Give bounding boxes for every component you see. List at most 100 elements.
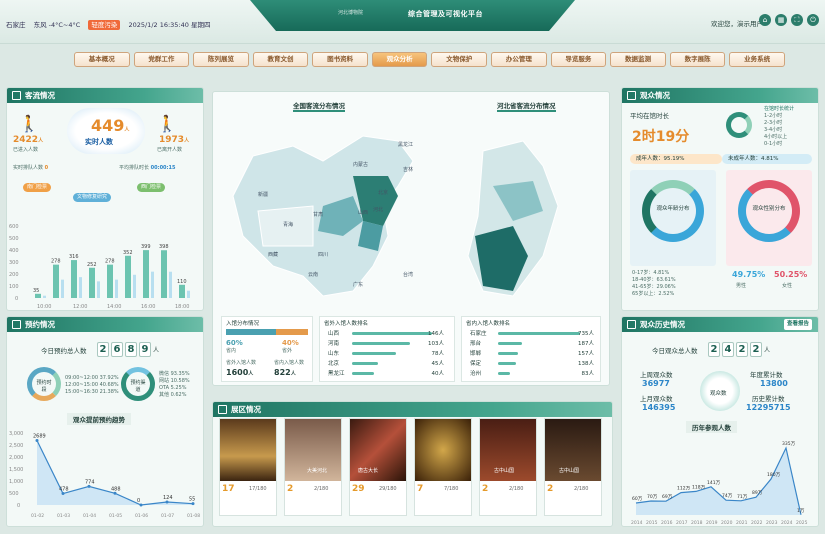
exhibit-card-1[interactable]: 17 17/180 [219,418,277,516]
out-value: 822人 [274,368,296,377]
nav-item-9[interactable]: 数据监测 [610,52,666,67]
svg-text:北京: 北京 [378,189,388,196]
gate-chip-west[interactable]: 西门检票 [137,183,166,192]
flow-bar-label: 35 [33,288,39,294]
today-reserve-label: 今日预约总人数 [41,347,87,355]
nav-item-3[interactable]: 教育文创 [252,52,309,67]
exhibit-card-5[interactable]: 古中山国 2 2/180 [479,418,537,516]
exhibit-card-6[interactable]: 古中山国 2 2/180 [544,418,602,516]
location-text: 石家庄 [6,21,26,29]
minor-ratio: 未成年人数：4.81% [722,154,812,164]
nav-item-7[interactable]: 办公管理 [491,52,547,67]
nav-item-4[interactable]: 图书资料 [312,52,368,67]
top-bar: 石家庄 东风 -4°C~4°C 轻度污染 2025/1/2 16:35:40 星… [0,0,825,44]
history-x-label: 2022 [751,520,763,526]
trend-x-label: 01-03 [57,513,70,519]
reservation-panel: 预约情况 今日预约总人数 2689人 预约时段 09:00~12:00 37.9… [6,316,204,527]
nav-item-6[interactable]: 文物保护 [431,52,488,67]
gate-chip-repair[interactable]: 文物修复研究 [73,193,112,202]
stay-value: 2时19分 [632,129,690,145]
trend-point-label: 124 [163,495,173,501]
exhibit-card-3[interactable]: 唐古大长 29 29/180 [349,418,407,516]
province-share-bar [226,329,276,335]
nav-item-5[interactable]: 观众分析 [371,52,428,67]
nav-item-8[interactable]: 导览服务 [550,52,607,67]
nav-item-0[interactable]: 基本概况 [74,52,130,67]
svg-text:16:00: 16:00 [141,304,155,310]
history-x-label: 2014 [631,520,643,526]
gender-ring-label: 观众性别分布 [752,206,786,212]
flow-bar-secondary [115,279,118,298]
svg-text:14:00: 14:00 [107,304,121,310]
province-rank: 省内入馆人数排名 石家庄 735人 邢台 187人 邯郸 157人 保定 138人 沧州… [461,316,601,382]
trend-x-label: 01-06 [135,513,148,519]
flow-bar-secondary [61,279,64,298]
nav-item-10[interactable]: 数字展陈 [669,52,726,67]
trend-x-label: 01-04 [83,513,96,519]
outer-share-bar [276,329,308,335]
svg-text:100: 100 [9,284,19,290]
inbound-distribution: 入馆分布情况 60% 省内 40% 省外 省外入馆人数 1600人 省内入馆人数… [221,316,313,382]
logout-icon[interactable]: ⏻ [807,14,819,26]
svg-text:0: 0 [15,296,18,302]
pct-b: 40% [282,339,299,347]
exhibit-card-4[interactable]: 7 7/180 [414,418,472,516]
weather-text: 东风 -4°C~4°C [33,21,81,29]
trend-x-label: 01-07 [161,513,174,519]
home-icon[interactable]: ⌂ [759,14,771,26]
audience-panel: 观众情况 平均在馆时长 2时19分 在馆时长统计 1-2小时 2-3小时 3-4小时… [621,87,819,311]
flow-bar-secondary [187,290,190,298]
female-label: 女性 [782,283,793,289]
fullscreen-icon[interactable]: ⛶ [791,14,803,26]
nav-item-1[interactable]: 党群工作 [133,52,190,67]
svg-text:新疆: 新疆 [258,191,268,198]
flow-bar-secondary [133,274,136,298]
age-legend: 0-17岁：4.81% 18-40岁：63.61% 41-65岁：29.06% 65岁… [632,270,676,297]
history-point-label: 141万 [707,480,721,486]
platform-title: 综合管理及可视化平台 [408,10,483,18]
nav-item-2[interactable]: 陈列展览 [193,52,249,67]
realtime-label: 实时人数 [85,138,113,146]
svg-text:500: 500 [9,491,19,497]
gate-chip-south[interactable]: 南门检票 [23,183,52,192]
trend-point-label: 774 [85,479,95,485]
exhibit-card-2[interactable]: 大美河北 2 2/180 [284,418,342,516]
left-count: 1973人 [159,135,190,145]
grid-icon[interactable]: ▦ [775,14,787,26]
flow-bar [89,267,95,298]
svg-text:云南: 云南 [308,271,318,278]
svg-text:12:00: 12:00 [73,304,87,310]
history-point-label: 335万 [782,441,796,447]
history-point-label: 118万 [692,484,706,490]
history-x-label: 2021 [736,520,748,526]
svg-text:2,500: 2,500 [9,443,23,449]
flow-bar-label: 352 [123,250,133,256]
flow-bar-label: 278 [51,259,61,265]
trend-point-label: 2689 [33,433,46,439]
svg-text:西藏: 西藏 [268,251,278,258]
svg-text:1,000: 1,000 [9,479,23,485]
flow-bar-label: 110 [177,279,187,285]
panel-header: 观众历史情况 查看报告 [622,317,818,332]
svg-text:河北: 河北 [373,206,383,213]
history-point-label: 89万 [752,490,763,496]
history-x-label: 2019 [706,520,718,526]
history-x-label: 2016 [661,520,673,526]
weather-info: 石家庄 东风 -4°C~4°C 轻度污染 2025/1/2 16:35:40 星… [6,19,216,30]
flow-bar-chart: 600 500 400 300 200 100 0 35 278 316 252 278 352 399… [9,224,190,310]
male-pct: 49.75% [732,270,766,279]
trend-title: 观众提前预约趋势 [67,413,131,425]
history-point-label: 1万 [797,508,805,514]
entered-count: 2422人 [13,135,44,145]
queue-label: 实时排队人数 0 [13,165,49,171]
stay-legend: 在馆时长统计 1-2小时 2-3小时 3-4小时 4小时以上 0-1小时 [764,106,795,147]
svg-text:吉林: 吉林 [403,166,413,173]
flow-bar-label: 316 [69,254,79,260]
svg-text:10:00: 10:00 [37,304,51,310]
flow-bar [107,264,113,298]
nav-item-11[interactable]: 业务系统 [729,52,785,67]
flow-bar [71,260,77,298]
left-label: 已离开人数 [157,147,183,153]
year-value: 13800 [760,379,788,388]
view-report-button[interactable]: 查看报告 [783,319,812,330]
